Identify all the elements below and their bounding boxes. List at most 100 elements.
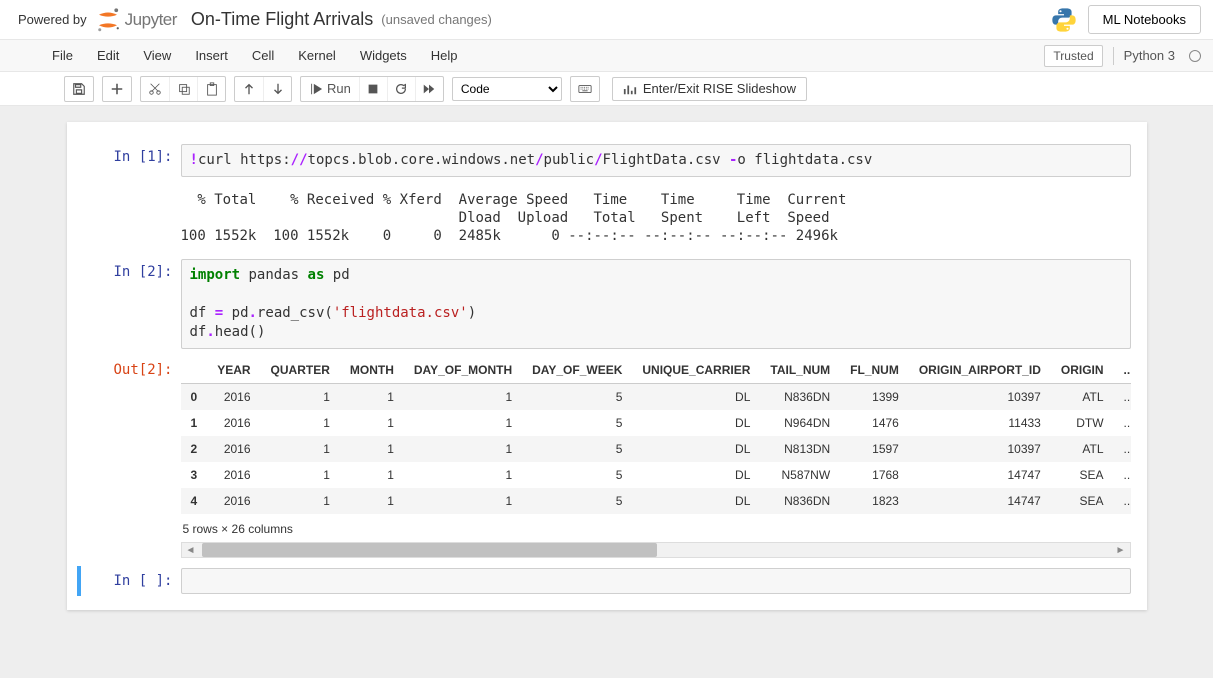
df-cell: 1 xyxy=(404,436,522,462)
table-row: 020161115DLN836DN139910397ATL... xyxy=(181,384,1131,411)
trusted-indicator[interactable]: Trusted xyxy=(1044,45,1102,67)
df-cell: 1768 xyxy=(840,462,909,488)
df-cell: 1 xyxy=(261,436,340,462)
table-row: 120161115DLN964DN147611433DTW... xyxy=(181,410,1131,436)
df-cell: 1 xyxy=(340,462,404,488)
df-cell: 1476 xyxy=(840,410,909,436)
df-column-header: ORIGIN_AIRPORT_ID xyxy=(909,357,1051,384)
rise-slideshow-button[interactable]: Enter/Exit RISE Slideshow xyxy=(612,77,807,101)
menu-kernel[interactable]: Kernel xyxy=(286,42,348,69)
unsaved-indicator: (unsaved changes) xyxy=(381,12,492,27)
menu-help[interactable]: Help xyxy=(419,42,470,69)
df-column-header: QUARTER xyxy=(261,357,340,384)
df-cell: 1 xyxy=(404,488,522,514)
cell-type-select[interactable]: Code xyxy=(452,77,562,101)
menubar: File Edit View Insert Cell Kernel Widget… xyxy=(0,40,1213,72)
run-icon xyxy=(309,82,323,96)
move-down-button[interactable] xyxy=(263,77,291,101)
notebook-name[interactable]: On-Time Flight Arrivals xyxy=(191,9,373,30)
df-cell: ... xyxy=(1114,436,1131,462)
menu-widgets[interactable]: Widgets xyxy=(348,42,419,69)
df-cell: 1 xyxy=(404,410,522,436)
keyboard-icon xyxy=(578,82,592,96)
output-cell-2: Out[2]: YEARQUARTERMONTHDAY_OF_MONTHDAY_… xyxy=(77,355,1137,560)
notebook: In [1]: !curl https://topcs.blob.core.wi… xyxy=(67,122,1147,610)
df-cell: 5 xyxy=(522,462,632,488)
interrupt-button[interactable] xyxy=(359,77,387,101)
ml-notebooks-button[interactable]: ML Notebooks xyxy=(1088,5,1201,34)
table-row: 220161115DLN813DN159710397ATL... xyxy=(181,436,1131,462)
notebook-container[interactable]: In [1]: !curl https://topcs.blob.core.wi… xyxy=(0,106,1213,678)
header: Powered by Jupyter On-Time Flight Arriva… xyxy=(0,0,1213,40)
menu-insert[interactable]: Insert xyxy=(183,42,240,69)
separator xyxy=(1113,47,1114,65)
df-column-header xyxy=(181,357,208,384)
run-button[interactable]: Run xyxy=(301,77,359,101)
restart-button[interactable] xyxy=(387,77,415,101)
horizontal-scrollbar[interactable]: ◄ ► xyxy=(181,542,1131,558)
df-cell: DL xyxy=(632,488,760,514)
restart-run-all-button[interactable] xyxy=(415,77,443,101)
df-cell: SEA xyxy=(1051,462,1114,488)
scroll-right-arrow-icon[interactable]: ► xyxy=(1112,543,1130,557)
df-cell: 1 xyxy=(404,384,522,411)
save-icon xyxy=(72,82,86,96)
df-cell: 1 xyxy=(340,488,404,514)
code-input[interactable]: import pandas as pd df = pd.read_csv('fl… xyxy=(181,259,1131,349)
code-input[interactable]: !curl https://topcs.blob.core.windows.ne… xyxy=(181,144,1131,177)
code-cell-2[interactable]: In [2]: import pandas as pd df = pd.read… xyxy=(77,257,1137,351)
powered-by-label: Powered by xyxy=(18,12,87,27)
menu-cell[interactable]: Cell xyxy=(240,42,286,69)
move-up-button[interactable] xyxy=(235,77,263,101)
stop-icon xyxy=(366,82,380,96)
df-cell: DL xyxy=(632,384,760,411)
run-label: Run xyxy=(327,81,351,96)
save-button[interactable] xyxy=(65,77,93,101)
add-cell-button[interactable] xyxy=(103,77,131,101)
input-prompt: In [ ]: xyxy=(83,568,181,594)
paste-button[interactable] xyxy=(197,77,225,101)
df-cell: 5 xyxy=(522,436,632,462)
menu-file[interactable]: File xyxy=(40,42,85,69)
df-cell: N836DN xyxy=(760,384,840,411)
code-cell-3[interactable]: In [ ]: xyxy=(77,566,1137,596)
scrollbar-thumb[interactable] xyxy=(202,543,657,557)
python-logo-icon xyxy=(1050,6,1078,34)
scroll-left-arrow-icon[interactable]: ◄ xyxy=(182,543,200,557)
df-cell: ATL xyxy=(1051,436,1114,462)
df-column-header: ORIGIN xyxy=(1051,357,1114,384)
df-row-index: 1 xyxy=(181,410,208,436)
df-column-header: ... xyxy=(1114,357,1131,384)
copy-button[interactable] xyxy=(169,77,197,101)
df-cell: 14747 xyxy=(909,488,1051,514)
df-cell: N587NW xyxy=(760,462,840,488)
menu-view[interactable]: View xyxy=(131,42,183,69)
bar-chart-icon xyxy=(623,82,637,96)
fast-forward-icon xyxy=(422,82,436,96)
df-cell: N964DN xyxy=(760,410,840,436)
output-cell-1: % Total % Received % Xferd Average Speed… xyxy=(77,183,1137,254)
cut-button[interactable] xyxy=(141,77,169,101)
df-cell: DL xyxy=(632,462,760,488)
jupyter-logo[interactable]: Jupyter xyxy=(93,5,177,35)
kernel-name[interactable]: Python 3 xyxy=(1124,48,1179,63)
plus-icon xyxy=(110,82,124,96)
df-cell: ATL xyxy=(1051,384,1114,411)
output-prompt-empty xyxy=(83,185,181,252)
df-cell: 1 xyxy=(340,410,404,436)
menu-edit[interactable]: Edit xyxy=(85,42,131,69)
jupyter-text: Jupyter xyxy=(125,10,177,30)
df-column-header: TAIL_NUM xyxy=(760,357,840,384)
df-row-index: 4 xyxy=(181,488,208,514)
code-input[interactable] xyxy=(181,568,1131,594)
df-row-index: 2 xyxy=(181,436,208,462)
df-cell: 1597 xyxy=(840,436,909,462)
df-column-header: YEAR xyxy=(207,357,260,384)
df-cell: DL xyxy=(632,436,760,462)
code-cell-1[interactable]: In [1]: !curl https://topcs.blob.core.wi… xyxy=(77,142,1137,179)
arrow-down-icon xyxy=(271,82,285,96)
df-column-header: DAY_OF_MONTH xyxy=(404,357,522,384)
kernel-status-icon xyxy=(1189,50,1201,62)
command-palette-button[interactable] xyxy=(571,77,599,101)
input-prompt: In [2]: xyxy=(83,259,181,349)
